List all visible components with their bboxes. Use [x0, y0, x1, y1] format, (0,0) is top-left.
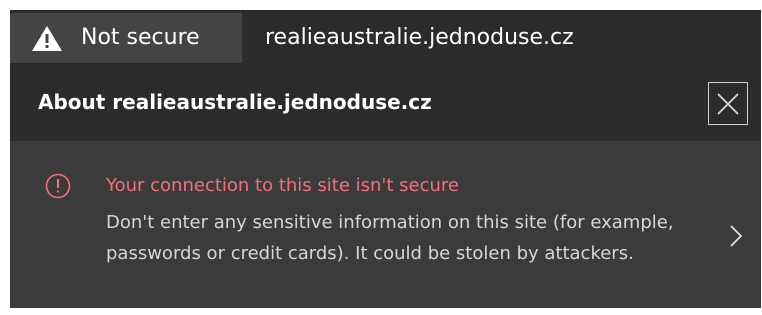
url-text[interactable]: realieaustralie.jednoduse.cz — [265, 24, 574, 52]
security-label: Not secure — [81, 25, 200, 50]
address-bar: Not secure realieaustralie.jednoduse.cz — [10, 10, 761, 63]
close-icon — [717, 92, 739, 115]
info-circle-icon — [45, 173, 71, 199]
panel-title: About realieaustralie.jednoduse.cz — [38, 90, 432, 114]
site-info-panel-header: About realieaustralie.jednoduse.cz — [10, 63, 761, 141]
close-button[interactable] — [708, 82, 748, 125]
connection-security-item[interactable]: Your connection to this site isn't secur… — [10, 141, 761, 308]
warning-triangle-icon — [32, 26, 62, 51]
not-secure-button[interactable]: Not secure — [10, 13, 242, 63]
connection-warning-title: Your connection to this site isn't secur… — [106, 175, 459, 196]
connection-warning-description: Don't enter any sensitive information on… — [106, 212, 674, 264]
chevron-right-icon[interactable] — [728, 223, 744, 249]
